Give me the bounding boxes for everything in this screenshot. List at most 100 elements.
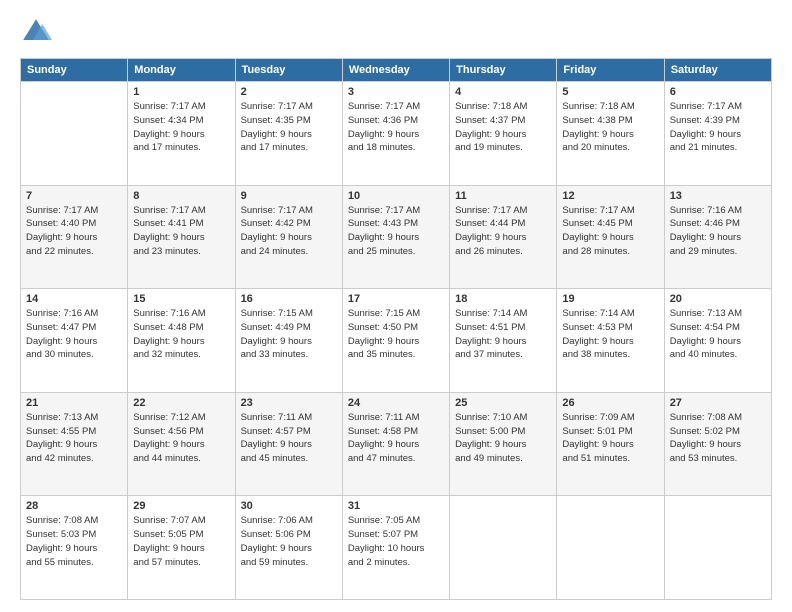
day-info: Sunrise: 7:18 AM Sunset: 4:37 PM Dayligh… (455, 100, 551, 155)
day-number: 8 (133, 190, 229, 202)
day-info: Sunrise: 7:13 AM Sunset: 4:55 PM Dayligh… (26, 411, 122, 466)
day-info: Sunrise: 7:12 AM Sunset: 4:56 PM Dayligh… (133, 411, 229, 466)
day-info: Sunrise: 7:16 AM Sunset: 4:46 PM Dayligh… (670, 204, 766, 259)
day-number: 23 (241, 397, 337, 409)
day-number: 31 (348, 500, 444, 512)
day-number: 26 (562, 397, 658, 409)
calendar-week-3: 14 Sunrise: 7:16 AM Sunset: 4:47 PM Dayli… (21, 289, 772, 393)
calendar-cell: 25 Sunrise: 7:10 AM Sunset: 5:00 PM Dayli… (450, 392, 557, 496)
calendar-cell: 28Sunrise: 7:08 AM Sunset: 5:03 PM Dayli… (21, 496, 128, 600)
calendar-cell: 30 Sunrise: 7:06 AM Sunset: 5:06 PM Dayli… (235, 496, 342, 600)
day-info: Sunrise: 7:10 AM Sunset: 5:00 PM Dayligh… (455, 411, 551, 466)
calendar-week-5: 28Sunrise: 7:08 AM Sunset: 5:03 PM Dayli… (21, 496, 772, 600)
logo-icon (20, 16, 52, 48)
day-info: Sunrise: 7:17 AM Sunset: 4:35 PM Dayligh… (241, 100, 337, 155)
calendar-week-4: 21Sunrise: 7:13 AM Sunset: 4:55 PM Dayli… (21, 392, 772, 496)
calendar-cell: 13 Sunrise: 7:16 AM Sunset: 4:46 PM Dayli… (664, 185, 771, 289)
day-info: Sunrise: 7:16 AM Sunset: 4:48 PM Dayligh… (133, 307, 229, 362)
day-info: Sunrise: 7:09 AM Sunset: 5:01 PM Dayligh… (562, 411, 658, 466)
day-number: 9 (241, 190, 337, 202)
day-info: Sunrise: 7:15 AM Sunset: 4:49 PM Dayligh… (241, 307, 337, 362)
day-number: 5 (562, 86, 658, 98)
calendar-cell: 17 Sunrise: 7:15 AM Sunset: 4:50 PM Dayli… (342, 289, 449, 393)
calendar-cell: 12 Sunrise: 7:17 AM Sunset: 4:45 PM Dayli… (557, 185, 664, 289)
day-number: 1 (133, 86, 229, 98)
calendar-cell: 21Sunrise: 7:13 AM Sunset: 4:55 PM Dayli… (21, 392, 128, 496)
day-info: Sunrise: 7:17 AM Sunset: 4:36 PM Dayligh… (348, 100, 444, 155)
day-info: Sunrise: 7:08 AM Sunset: 5:02 PM Dayligh… (670, 411, 766, 466)
day-number: 6 (670, 86, 766, 98)
day-info: Sunrise: 7:17 AM Sunset: 4:42 PM Dayligh… (241, 204, 337, 259)
calendar-cell: 29 Sunrise: 7:07 AM Sunset: 5:05 PM Dayli… (128, 496, 235, 600)
day-number: 12 (562, 190, 658, 202)
header (20, 16, 772, 48)
calendar-cell: 14 Sunrise: 7:16 AM Sunset: 4:47 PM Dayli… (21, 289, 128, 393)
day-number: 27 (670, 397, 766, 409)
calendar-cell: 16 Sunrise: 7:15 AM Sunset: 4:49 PM Dayli… (235, 289, 342, 393)
page: SundayMondayTuesdayWednesdayThursdayFrid… (0, 0, 792, 612)
calendar-header-friday: Friday (557, 59, 664, 82)
day-info: Sunrise: 7:14 AM Sunset: 4:51 PM Dayligh… (455, 307, 551, 362)
day-number: 20 (670, 293, 766, 305)
day-info: Sunrise: 7:17 AM Sunset: 4:45 PM Dayligh… (562, 204, 658, 259)
calendar-week-1: 1 Sunrise: 7:17 AM Sunset: 4:34 PM Daylig… (21, 82, 772, 186)
day-info: Sunrise: 7:05 AM Sunset: 5:07 PM Dayligh… (348, 514, 444, 569)
day-info: Sunrise: 7:17 AM Sunset: 4:39 PM Dayligh… (670, 100, 766, 155)
calendar-cell: 4 Sunrise: 7:18 AM Sunset: 4:37 PM Daylig… (450, 82, 557, 186)
calendar-cell: 10 Sunrise: 7:17 AM Sunset: 4:43 PM Dayli… (342, 185, 449, 289)
day-number: 13 (670, 190, 766, 202)
calendar-cell (557, 496, 664, 600)
day-number: 19 (562, 293, 658, 305)
calendar-header-sunday: Sunday (21, 59, 128, 82)
calendar-cell: 22 Sunrise: 7:12 AM Sunset: 4:56 PM Dayli… (128, 392, 235, 496)
calendar-cell: 23 Sunrise: 7:11 AM Sunset: 4:57 PM Dayli… (235, 392, 342, 496)
logo (20, 16, 56, 48)
day-info: Sunrise: 7:16 AM Sunset: 4:47 PM Dayligh… (26, 307, 122, 362)
calendar-header-wednesday: Wednesday (342, 59, 449, 82)
day-number: 14 (26, 293, 122, 305)
day-info: Sunrise: 7:13 AM Sunset: 4:54 PM Dayligh… (670, 307, 766, 362)
day-info: Sunrise: 7:15 AM Sunset: 4:50 PM Dayligh… (348, 307, 444, 362)
calendar-header-saturday: Saturday (664, 59, 771, 82)
calendar-cell: 6 Sunrise: 7:17 AM Sunset: 4:39 PM Daylig… (664, 82, 771, 186)
day-number: 4 (455, 86, 551, 98)
calendar-header-thursday: Thursday (450, 59, 557, 82)
calendar-table: SundayMondayTuesdayWednesdayThursdayFrid… (20, 58, 772, 600)
calendar-cell: 15Sunrise: 7:16 AM Sunset: 4:48 PM Dayli… (128, 289, 235, 393)
calendar-cell: 27 Sunrise: 7:08 AM Sunset: 5:02 PM Dayli… (664, 392, 771, 496)
day-number: 7 (26, 190, 122, 202)
day-info: Sunrise: 7:17 AM Sunset: 4:44 PM Dayligh… (455, 204, 551, 259)
day-info: Sunrise: 7:17 AM Sunset: 4:34 PM Dayligh… (133, 100, 229, 155)
day-number: 25 (455, 397, 551, 409)
day-info: Sunrise: 7:17 AM Sunset: 4:40 PM Dayligh… (26, 204, 122, 259)
calendar-cell (21, 82, 128, 186)
calendar-cell: 2 Sunrise: 7:17 AM Sunset: 4:35 PM Daylig… (235, 82, 342, 186)
calendar-cell: 7 Sunrise: 7:17 AM Sunset: 4:40 PM Daylig… (21, 185, 128, 289)
calendar-cell: 31 Sunrise: 7:05 AM Sunset: 5:07 PM Dayli… (342, 496, 449, 600)
calendar-cell: 19Sunrise: 7:14 AM Sunset: 4:53 PM Dayli… (557, 289, 664, 393)
calendar-header-row: SundayMondayTuesdayWednesdayThursdayFrid… (21, 59, 772, 82)
day-info: Sunrise: 7:17 AM Sunset: 4:43 PM Dayligh… (348, 204, 444, 259)
day-info: Sunrise: 7:07 AM Sunset: 5:05 PM Dayligh… (133, 514, 229, 569)
calendar-header-tuesday: Tuesday (235, 59, 342, 82)
day-info: Sunrise: 7:18 AM Sunset: 4:38 PM Dayligh… (562, 100, 658, 155)
day-number: 17 (348, 293, 444, 305)
day-number: 18 (455, 293, 551, 305)
day-info: Sunrise: 7:06 AM Sunset: 5:06 PM Dayligh… (241, 514, 337, 569)
day-info: Sunrise: 7:11 AM Sunset: 4:58 PM Dayligh… (348, 411, 444, 466)
day-number: 2 (241, 86, 337, 98)
day-number: 29 (133, 500, 229, 512)
calendar-cell: 26 Sunrise: 7:09 AM Sunset: 5:01 PM Dayli… (557, 392, 664, 496)
day-info: Sunrise: 7:11 AM Sunset: 4:57 PM Dayligh… (241, 411, 337, 466)
day-number: 11 (455, 190, 551, 202)
calendar-cell: 8Sunrise: 7:17 AM Sunset: 4:41 PM Daylig… (128, 185, 235, 289)
calendar-cell (664, 496, 771, 600)
day-number: 24 (348, 397, 444, 409)
day-number: 22 (133, 397, 229, 409)
day-number: 16 (241, 293, 337, 305)
day-number: 10 (348, 190, 444, 202)
day-number: 30 (241, 500, 337, 512)
calendar-week-2: 7 Sunrise: 7:17 AM Sunset: 4:40 PM Daylig… (21, 185, 772, 289)
day-number: 3 (348, 86, 444, 98)
calendar-body: 1 Sunrise: 7:17 AM Sunset: 4:34 PM Daylig… (21, 82, 772, 600)
